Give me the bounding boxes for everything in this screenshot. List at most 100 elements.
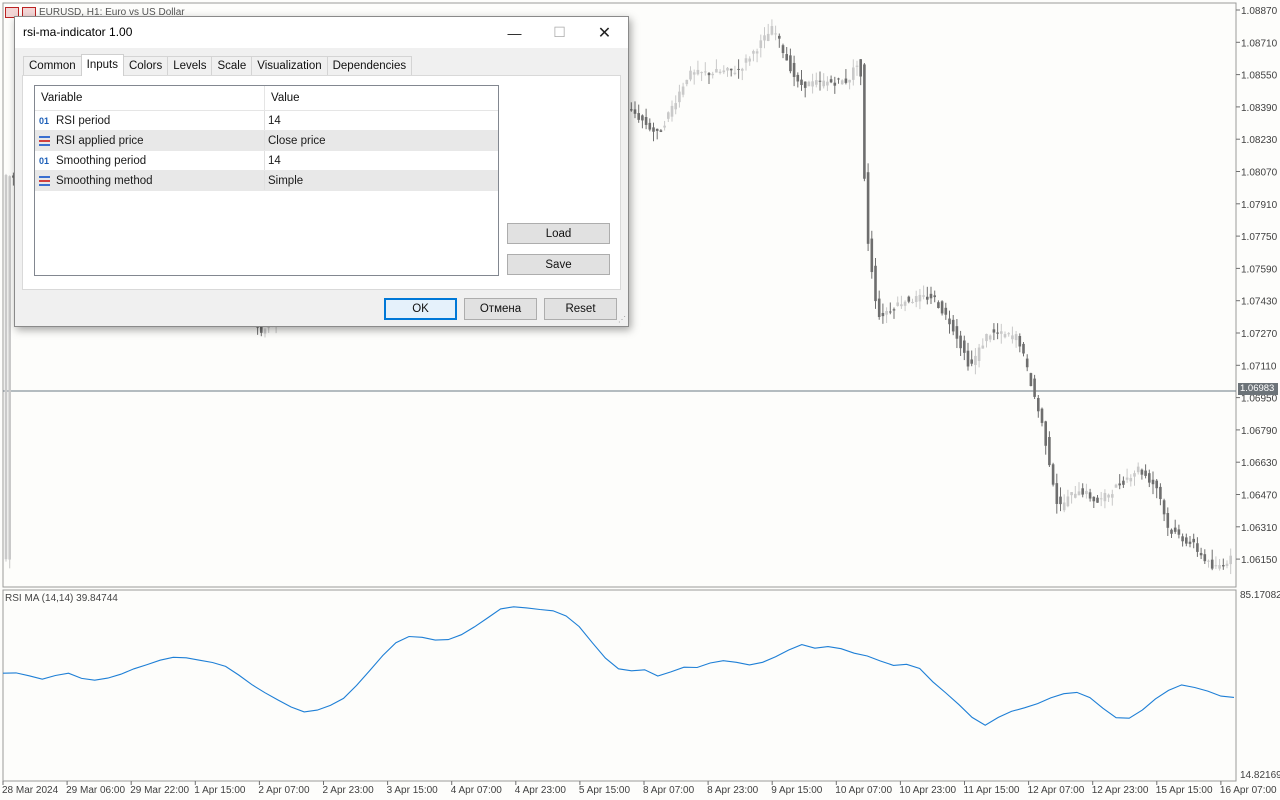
input-row-rsi-period[interactable]: 01 RSI period 14 <box>35 111 498 131</box>
candle-body <box>840 80 844 85</box>
time-axis-label: 16 Apr 07:00 <box>1220 785 1277 796</box>
candle-body <box>800 79 803 85</box>
candle-body <box>681 86 685 95</box>
save-button[interactable]: Save <box>507 254 610 275</box>
candle-body <box>1214 565 1218 567</box>
candle-body <box>940 301 944 314</box>
candle-body <box>633 109 637 114</box>
price-axis-label: 1.06310 <box>1241 523 1278 534</box>
inputs-grid[interactable]: Variable Value 01 RSI period 14 RSI appl… <box>34 85 499 276</box>
input-variable-name: Smoothing method <box>56 174 153 187</box>
candle-body <box>1144 470 1147 476</box>
candle-body <box>655 128 659 131</box>
input-row-rsi-applied-price[interactable]: RSI applied price Close price <box>35 131 498 151</box>
load-button[interactable]: Load <box>507 223 610 244</box>
input-variable-name: RSI applied price <box>56 134 144 147</box>
candle-body <box>996 332 999 334</box>
price-axis-label: 1.08390 <box>1241 103 1278 114</box>
candle-body <box>892 309 896 311</box>
candle-body <box>722 70 726 73</box>
tab-dependencies[interactable]: Dependencies <box>326 56 413 76</box>
dialog-titlebar[interactable]: rsi-ma-indicator 1.00 — ☐ ✕ <box>15 17 628 48</box>
column-header-variable[interactable]: Variable <box>35 86 265 111</box>
candle-body <box>1196 543 1199 552</box>
tab-colors[interactable]: Colors <box>122 56 169 76</box>
candle-body <box>737 68 740 70</box>
candle-body <box>985 333 988 342</box>
candle-body <box>992 329 996 333</box>
candle-body <box>1007 333 1010 335</box>
reset-button[interactable]: Reset <box>544 298 617 320</box>
price-axis-label: 1.08870 <box>1241 6 1278 17</box>
candle-body <box>1218 565 1221 569</box>
candle-body <box>822 80 825 87</box>
input-row-smoothing-method[interactable]: Smoothing method Simple <box>35 171 498 191</box>
tab-levels[interactable]: Levels <box>167 56 213 76</box>
column-header-value[interactable]: Value <box>265 86 300 111</box>
candle-body <box>637 113 640 120</box>
price-axis-label: 1.07910 <box>1241 200 1278 211</box>
candle-body <box>870 238 874 273</box>
input-row-variable-cell: RSI applied price <box>35 131 265 150</box>
candle-body <box>1203 554 1207 562</box>
resize-grip-icon[interactable]: ⋰ <box>618 316 626 324</box>
candle-body <box>859 59 862 77</box>
input-row-variable-cell: 01 RSI period <box>35 111 265 130</box>
candle-body <box>1125 477 1129 480</box>
candle-body <box>696 69 700 75</box>
candle-body <box>903 301 907 306</box>
candle-body <box>692 72 696 75</box>
candle-body <box>963 340 966 353</box>
candle-body <box>1025 358 1029 368</box>
input-value-smoothing-period[interactable]: 14 <box>265 151 281 170</box>
candle-body <box>874 265 877 302</box>
candle-body <box>988 335 992 340</box>
indicator-properties-dialog[interactable]: rsi-ma-indicator 1.00 — ☐ ✕ Common Input… <box>14 16 629 327</box>
maximize-button[interactable]: ☐ <box>537 17 582 48</box>
candle-body <box>726 67 729 71</box>
candle-body <box>1088 492 1092 499</box>
candle-body <box>1074 493 1077 498</box>
candle-body <box>885 310 888 315</box>
time-axis-label: 29 Mar 06:00 <box>66 785 125 796</box>
input-variable-name: RSI period <box>56 114 111 127</box>
candle-body <box>1096 497 1099 503</box>
price-axis-label: 1.06630 <box>1241 458 1278 469</box>
time-axis-label: 11 Apr 15:00 <box>964 785 1020 796</box>
indicator-window-frame <box>2 589 1237 782</box>
price-axis-label: 1.08710 <box>1241 38 1278 49</box>
cancel-button[interactable]: Отмена <box>464 298 537 320</box>
candle-body <box>652 127 655 132</box>
candle-body <box>748 58 751 62</box>
candle-body <box>833 82 837 86</box>
ok-button[interactable]: OK <box>384 298 457 320</box>
candle-body <box>818 80 822 82</box>
candle-body <box>763 35 766 41</box>
input-value-smoothing-method[interactable]: Simple <box>265 171 303 190</box>
price-axis-label: 1.06790 <box>1241 426 1278 437</box>
price-axis-label: 1.07270 <box>1241 329 1278 340</box>
candle-body <box>781 45 785 54</box>
candle-body <box>1111 494 1114 498</box>
current-price-tag: 1.06983 <box>1238 383 1278 395</box>
candle-body <box>807 81 811 87</box>
input-value-rsi-applied-price[interactable]: Close price <box>265 131 326 150</box>
tab-inputs[interactable]: Inputs <box>80 54 124 76</box>
minimize-button[interactable]: — <box>492 17 537 48</box>
candle-body <box>1070 492 1073 496</box>
candle-body <box>1114 484 1118 488</box>
candle-body <box>644 117 648 125</box>
candle-body <box>855 65 859 67</box>
candle-body <box>1040 408 1044 423</box>
time-axis-label: 2 Apr 07:00 <box>258 785 310 796</box>
input-row-smoothing-period[interactable]: 01 Smoothing period 14 <box>35 151 498 171</box>
candle-body <box>792 62 796 77</box>
tab-visualization[interactable]: Visualization <box>251 56 328 76</box>
close-button[interactable]: ✕ <box>582 17 627 48</box>
tab-scale[interactable]: Scale <box>211 56 253 76</box>
candle-body <box>663 125 666 128</box>
candle-body <box>715 69 718 73</box>
tab-common[interactable]: Common <box>23 56 82 76</box>
inputs-panel: Variable Value 01 RSI period 14 RSI appl… <box>22 75 621 290</box>
input-value-rsi-period[interactable]: 14 <box>265 111 281 130</box>
